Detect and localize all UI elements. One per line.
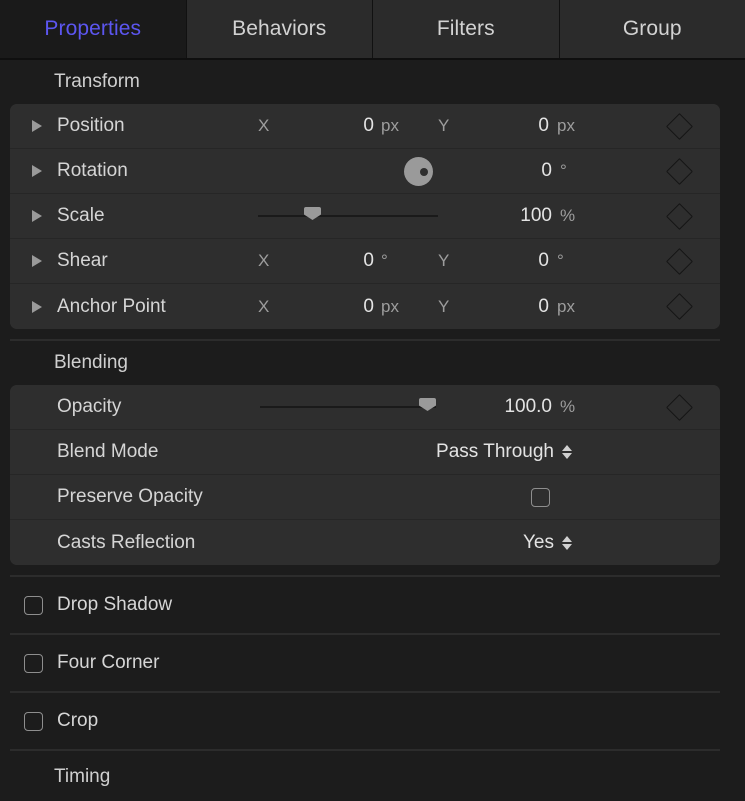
properties-inspector-panel: Properties Behaviors Filters Group Trans… — [0, 0, 745, 801]
row-label-blend-mode: Blend Mode — [57, 441, 159, 462]
tab-group[interactable]: Group — [559, 0, 745, 58]
anchor-point-x-value[interactable]: 0 — [290, 296, 374, 318]
section-header-transform: Transform — [0, 60, 745, 104]
position-y-value[interactable]: 0 — [465, 115, 549, 137]
tab-group-label: Group — [622, 17, 682, 40]
row-opacity[interactable]: Opacity 100.0 % — [10, 385, 720, 430]
section-title-blending: Blending — [54, 352, 128, 373]
crop-checkbox[interactable] — [24, 711, 43, 731]
position-x-axis-label: X — [258, 116, 270, 135]
keyframe-diamond-icon-position[interactable] — [666, 112, 693, 140]
tab-behaviors[interactable]: Behaviors — [186, 0, 373, 58]
rotation-dial[interactable] — [404, 156, 433, 186]
shear-x-value[interactable]: 0 — [290, 250, 374, 272]
opacity-slider-track — [260, 406, 436, 408]
transform-row-group: Position X 0 px Y 0 px Rotation 0 ° Scal… — [10, 104, 720, 329]
blend-mode-popup-button[interactable]: Pass Through — [410, 441, 572, 463]
row-scale[interactable]: Scale 100 % — [10, 194, 720, 239]
section-header-blending: Blending — [0, 341, 745, 385]
position-y-unit: px — [557, 116, 575, 135]
row-label-four-corner: Four Corner — [57, 652, 160, 673]
blend-mode-value: Pass Through — [436, 441, 554, 462]
inspector-tabbar: Properties Behaviors Filters Group — [0, 0, 745, 58]
rotation-dial-indicator-dot — [420, 167, 428, 176]
opacity-value[interactable]: 100.0 — [450, 396, 552, 418]
anchor-point-y-axis-label: Y — [438, 296, 450, 316]
anchor-point-x-unit: px — [381, 296, 399, 316]
row-blend-mode[interactable]: Blend Mode Pass Through — [10, 430, 720, 475]
opacity-slider-thumb[interactable] — [419, 398, 436, 411]
stepper-chevrons-icon[interactable] — [562, 535, 572, 550]
row-label-opacity: Opacity — [57, 396, 122, 417]
drop-shadow-checkbox[interactable] — [24, 595, 43, 615]
shear-y-axis-label: Y — [438, 251, 450, 270]
position-y-axis-label: Y — [438, 116, 450, 135]
disclosure-triangle-icon[interactable] — [32, 300, 42, 313]
disclosure-triangle-icon[interactable] — [32, 255, 42, 267]
scale-value[interactable]: 100 — [450, 205, 552, 227]
row-anchor-point[interactable]: Anchor Point X 0 px Y 0 px — [10, 284, 720, 329]
casts-reflection-popup-button[interactable]: Yes — [410, 532, 572, 554]
tab-filters-label: Filters — [436, 17, 495, 40]
row-label-shear: Shear — [57, 250, 108, 271]
rotation-unit: ° — [560, 161, 567, 180]
row-label-crop: Crop — [57, 710, 99, 731]
tab-behaviors-label: Behaviors — [232, 17, 327, 40]
keyframe-diamond-icon-opacity[interactable] — [666, 393, 693, 421]
shear-x-unit: ° — [381, 251, 388, 270]
opacity-unit: % — [560, 397, 576, 416]
section-title-transform: Transform — [54, 71, 140, 92]
preserve-opacity-checkbox[interactable] — [531, 487, 550, 507]
row-casts-reflection[interactable]: Casts Reflection Yes — [10, 520, 720, 565]
scale-slider[interactable] — [258, 207, 438, 225]
tab-properties[interactable]: Properties — [0, 0, 187, 58]
keyframe-diamond-icon-shear[interactable] — [666, 247, 693, 275]
section-header-timing: Timing — [0, 751, 745, 801]
scale-slider-track — [258, 215, 438, 217]
four-corner-checkbox[interactable] — [24, 653, 43, 673]
row-label-drop-shadow: Drop Shadow — [57, 594, 173, 615]
blending-row-group: Opacity 100.0 % Blend Mode Pass Through — [10, 385, 720, 565]
position-x-unit: px — [381, 116, 399, 135]
keyframe-diamond-icon-rotation[interactable] — [666, 157, 693, 185]
row-position[interactable]: Position X 0 px Y 0 px — [10, 104, 720, 149]
disclosure-triangle-icon[interactable] — [32, 165, 42, 177]
row-drop-shadow[interactable]: Drop Shadow — [0, 577, 745, 633]
opacity-slider[interactable] — [260, 398, 436, 416]
anchor-point-y-unit: px — [557, 296, 575, 316]
row-label-position: Position — [57, 115, 125, 136]
scale-unit: % — [560, 206, 576, 225]
row-four-corner[interactable]: Four Corner — [0, 635, 745, 691]
row-preserve-opacity[interactable]: Preserve Opacity — [10, 475, 720, 520]
row-label-preserve-opacity: Preserve Opacity — [57, 486, 203, 507]
row-rotation[interactable]: Rotation 0 ° — [10, 149, 720, 194]
scale-slider-thumb[interactable] — [304, 207, 321, 220]
tab-filters[interactable]: Filters — [373, 0, 560, 58]
row-label-rotation: Rotation — [57, 160, 128, 181]
row-label-casts-reflection: Casts Reflection — [57, 531, 196, 553]
tab-properties-label: Properties — [44, 17, 142, 40]
row-label-anchor-point: Anchor Point — [57, 295, 166, 317]
row-label-scale: Scale — [57, 205, 105, 226]
shear-y-unit: ° — [557, 251, 564, 270]
row-crop[interactable]: Crop — [0, 693, 745, 749]
keyframe-diamond-icon-scale[interactable] — [666, 202, 693, 230]
stepper-chevrons-icon[interactable] — [562, 445, 572, 459]
casts-reflection-value: Yes — [523, 531, 554, 553]
anchor-point-y-value[interactable]: 0 — [465, 296, 549, 318]
shear-y-value[interactable]: 0 — [465, 250, 549, 272]
position-x-value[interactable]: 0 — [290, 115, 374, 137]
anchor-point-x-axis-label: X — [258, 296, 270, 316]
keyframe-diamond-icon-anchor-point[interactable] — [666, 293, 693, 320]
disclosure-triangle-icon[interactable] — [32, 120, 42, 132]
section-title-timing: Timing — [54, 766, 111, 787]
shear-x-axis-label: X — [258, 251, 270, 270]
inspector-body: Transform Position X 0 px Y 0 px Rotatio… — [0, 60, 745, 801]
row-shear[interactable]: Shear X 0 ° Y 0 ° — [10, 239, 720, 284]
rotation-value[interactable]: 0 — [450, 160, 552, 182]
disclosure-triangle-icon[interactable] — [32, 210, 42, 222]
